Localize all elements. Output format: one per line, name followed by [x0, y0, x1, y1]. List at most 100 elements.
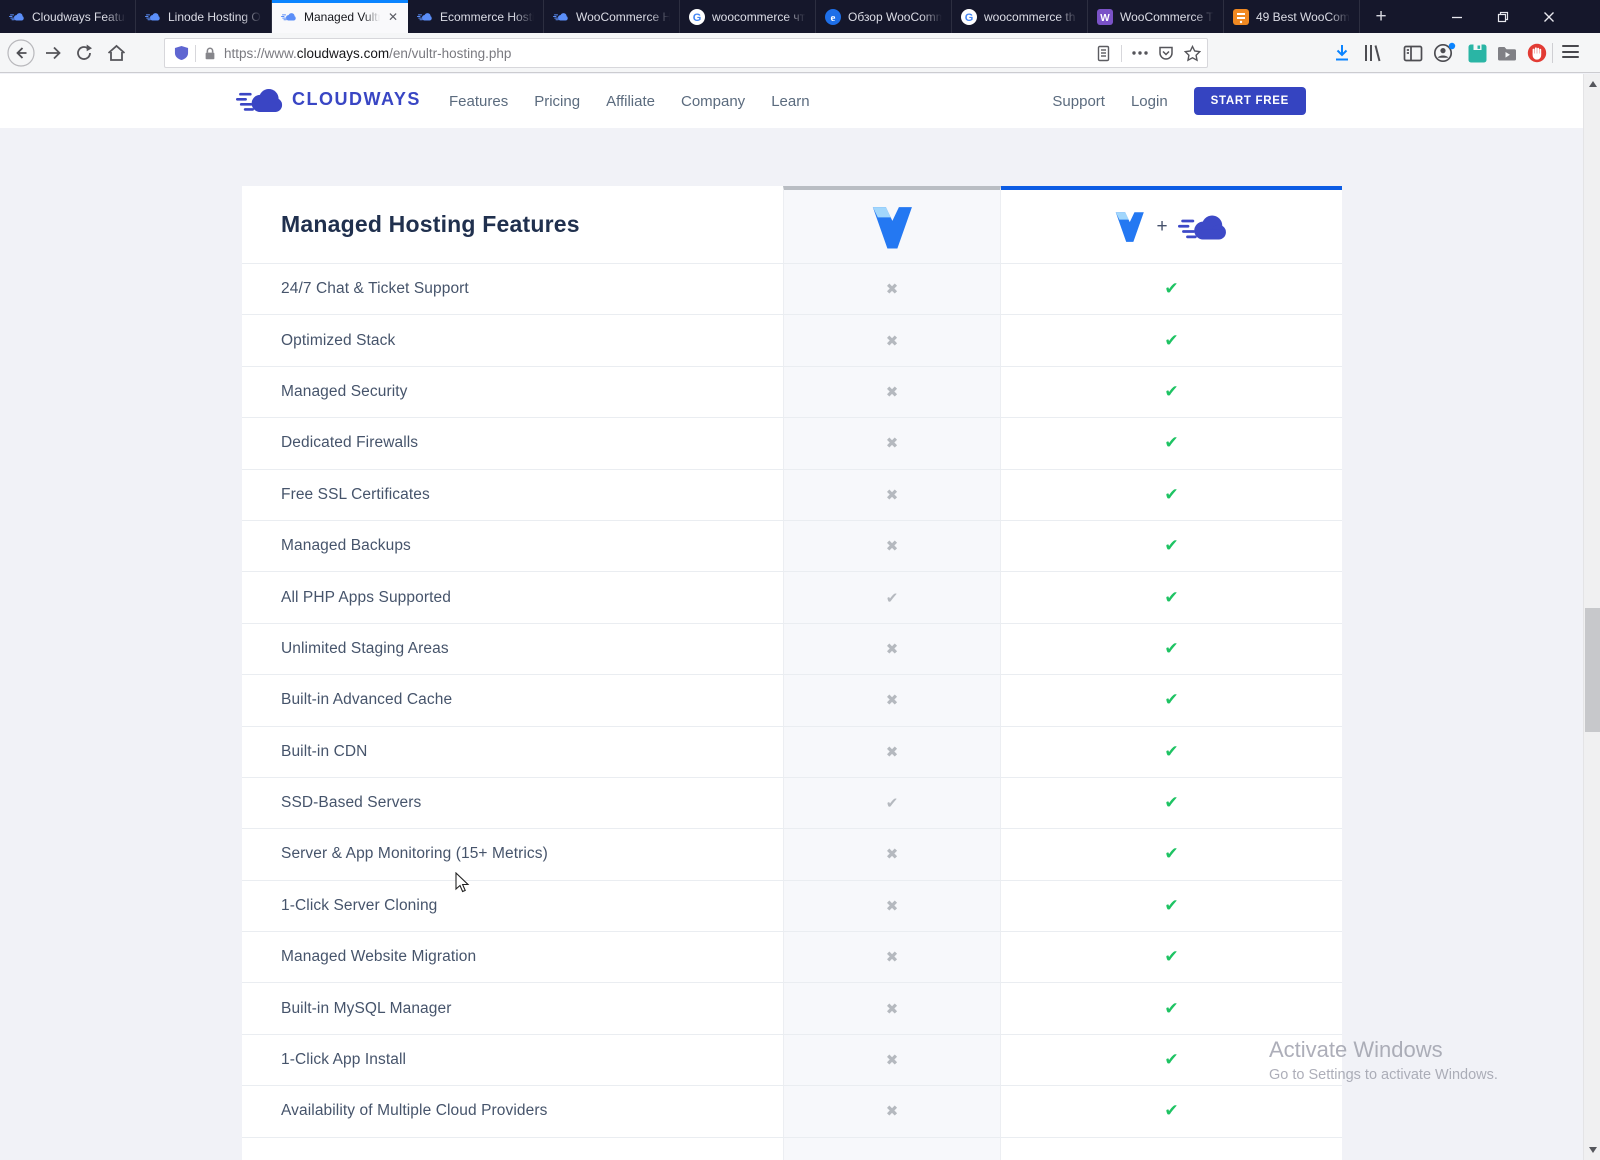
e-gear-favicon: e	[825, 8, 841, 25]
feature-label: Unlimited Staging Areas	[281, 639, 449, 657]
site-nav-pricing[interactable]: Pricing	[534, 93, 580, 110]
url-text: https://www.cloudways.com/en/vultr-hosti…	[224, 45, 512, 61]
reload-icon	[77, 44, 92, 60]
browser-tab[interactable]: Ecommerce Hosti	[408, 0, 544, 33]
forward-icon	[46, 46, 61, 60]
tab-title: Linode Hosting O	[168, 9, 261, 24]
cloudways-mark: ✔	[1164, 484, 1179, 505]
browser-tab[interactable]: G woocommerce чт	[680, 0, 816, 33]
close-button[interactable]	[1526, 0, 1572, 33]
cloudways-mark: ✔	[1164, 587, 1179, 608]
site-nav-learn[interactable]: Learn	[771, 93, 809, 110]
table-title: Managed Hosting Features	[281, 211, 580, 237]
account-button[interactable]	[1432, 33, 1458, 73]
scroll-down-arrow-icon[interactable]	[1588, 1147, 1597, 1153]
home-button[interactable]	[101, 33, 131, 73]
vultr-mark: ✖	[885, 691, 899, 710]
feature-label: Managed Security	[281, 382, 408, 400]
reload-button[interactable]	[70, 33, 98, 73]
vultr-mark: ✖	[885, 537, 899, 556]
vertical-scrollbar[interactable]	[1583, 74, 1600, 1160]
cloudways-mark: ✔	[1164, 844, 1179, 865]
browser-tab[interactable]: WooCommerce H	[544, 0, 680, 33]
support-link[interactable]: Support	[1052, 93, 1105, 110]
vultr-mark: ✖	[885, 896, 899, 915]
table-row: 1-Click App Install ✖ ✔	[242, 1033, 1342, 1086]
cloudways-mark: ✔	[1164, 279, 1179, 300]
cloudways-mark: ✔	[1164, 895, 1179, 916]
downloads-button[interactable]	[1330, 33, 1354, 73]
tracking-protection-shield-icon[interactable]	[173, 45, 189, 61]
new-tab-button[interactable]: +	[1366, 0, 1396, 33]
stop-hand-icon	[1527, 43, 1547, 63]
back-button[interactable]	[6, 33, 36, 73]
menu-button[interactable]	[1562, 45, 1579, 58]
cloudways-logo[interactable]: CLOUDWAYS	[236, 83, 421, 116]
floppy-disk-icon	[1468, 44, 1486, 62]
account-icon	[1433, 42, 1456, 63]
feature-label: Built-in CDN	[281, 742, 368, 760]
browser-tab[interactable]: G woocommerce th	[952, 0, 1088, 33]
extension-media-button[interactable]	[1494, 33, 1520, 73]
site-nav-affiliate[interactable]: Affiliate	[606, 93, 655, 110]
back-icon	[7, 39, 35, 67]
cloudways-mark: ✔	[1164, 998, 1179, 1019]
vultr-mark: ✖	[885, 434, 899, 453]
feature-label: Built-in MySQL Manager	[281, 999, 452, 1017]
start-free-button[interactable]: START FREE	[1193, 87, 1306, 115]
comparison-table: Managed Hosting Features + 24/7 Chat & T…	[242, 186, 1342, 1160]
restore-button[interactable]	[1480, 0, 1526, 33]
page-actions-icon[interactable]	[1132, 51, 1148, 55]
svg-text:G: G	[693, 12, 702, 24]
feature-label: 1-Click Server Cloning	[281, 896, 438, 914]
extension-blocker-button[interactable]	[1524, 33, 1550, 73]
extension-save-button[interactable]	[1464, 33, 1490, 73]
browser-tab[interactable]: 49 Best WooCom	[1224, 0, 1360, 33]
column-vultr-cloudways: +	[1001, 186, 1342, 263]
tab-title: Managed Vultr	[304, 9, 380, 24]
login-link[interactable]: Login	[1131, 93, 1168, 110]
vultr-mark: ✖	[885, 280, 899, 299]
vultr-mark: ✖	[885, 999, 899, 1018]
cloudways-mark: ✔	[1164, 1050, 1179, 1071]
site-nav-features[interactable]: Features	[449, 93, 508, 110]
reader-mode-icon[interactable]	[1096, 45, 1111, 62]
tab-title: WooCommerce H	[576, 9, 670, 24]
scroll-up-arrow-icon[interactable]	[1588, 81, 1597, 87]
table-row: Unlimited Staging Areas ✖ ✔	[242, 622, 1342, 675]
lock-icon[interactable]	[202, 45, 218, 61]
pocket-icon[interactable]	[1158, 45, 1174, 61]
bookmark-star-icon[interactable]	[1184, 44, 1201, 62]
table-row: Managed Website Migration ✖ ✔	[242, 931, 1342, 983]
address-bar[interactable]: https://www.cloudways.com/en/vultr-hosti…	[164, 38, 1208, 68]
vultr-mark: ✖	[885, 1051, 899, 1070]
tab-title: woocommerce чт	[712, 9, 806, 24]
tab-close-icon[interactable]: ✕	[387, 10, 399, 24]
site-nav-company[interactable]: Company	[681, 93, 745, 110]
cloudways-cloud-favicon	[9, 9, 25, 25]
browser-tab[interactable]: e Обзор WooComm	[816, 0, 952, 33]
tab-title: 49 Best WooCom	[1256, 9, 1350, 24]
minimize-button[interactable]	[1434, 0, 1480, 33]
browser-tab[interactable]: Linode Hosting O	[136, 0, 272, 33]
vultr-mark: ✖	[885, 331, 899, 350]
browser-tab[interactable]: Managed Vultr ✕	[272, 0, 408, 33]
sidebar-button[interactable]	[1400, 33, 1426, 73]
library-button[interactable]	[1360, 33, 1386, 73]
tab-title: Обзор WooComm	[848, 9, 942, 24]
minimize-icon	[1452, 16, 1462, 18]
vultr-mark: ✖	[885, 948, 899, 967]
plus-sign: +	[1156, 215, 1168, 237]
browser-window: Cloudways Featur Linode Hosting O Manage…	[0, 0, 1600, 1160]
site-nav: Features Pricing Affiliate Company Learn	[449, 74, 810, 128]
browser-tab[interactable]: W WooCommerce T	[1088, 0, 1224, 33]
browser-tab[interactable]: Cloudways Featur	[0, 0, 136, 33]
w-purple-favicon: W	[1097, 8, 1113, 25]
cloudways-mark: ✔	[1164, 638, 1179, 659]
cloudways-cloud-icon	[236, 88, 283, 112]
forward-button[interactable]	[40, 33, 66, 73]
vultr-mark: ✖	[885, 1102, 899, 1121]
feature-label: Optimized Stack	[281, 331, 396, 349]
scrollbar-thumb[interactable]	[1585, 608, 1600, 732]
cloudways-cloud-favicon	[417, 9, 433, 25]
